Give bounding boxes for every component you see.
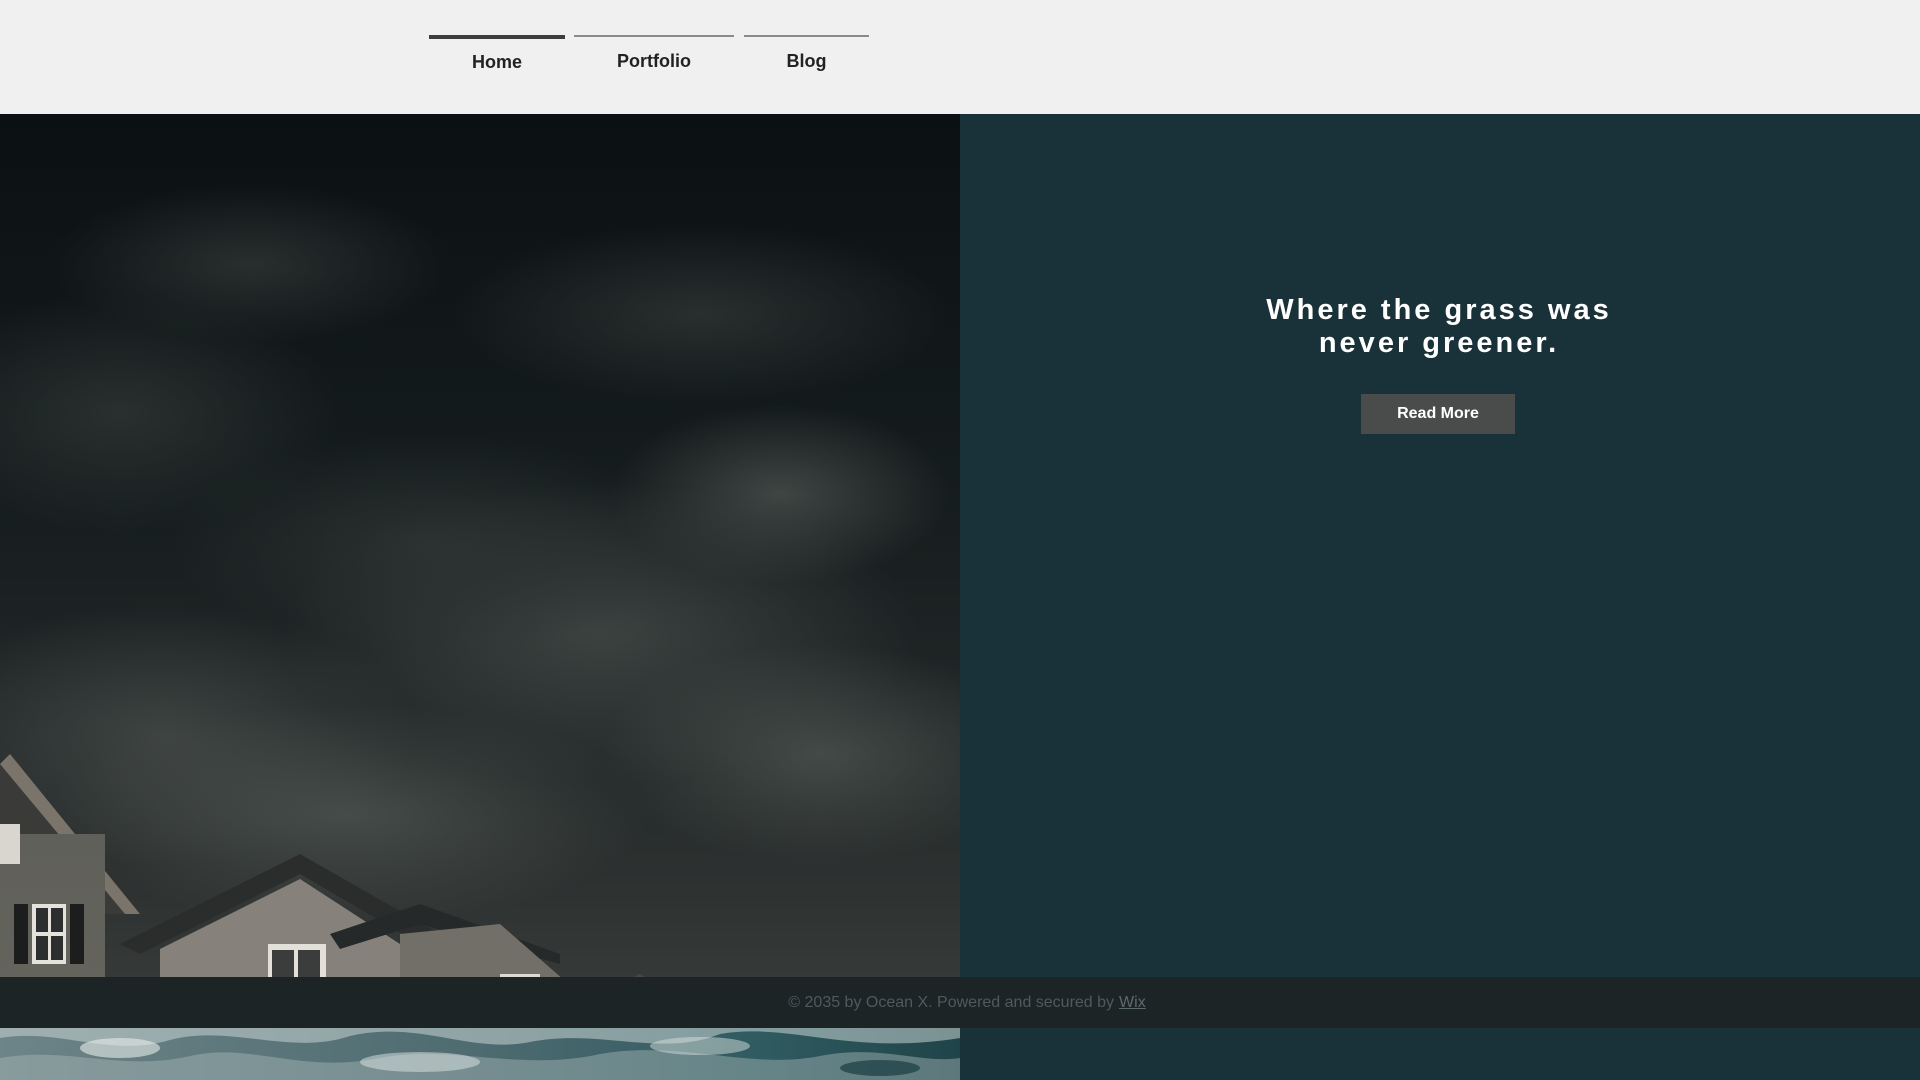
nav-item-blog[interactable]: Blog	[744, 35, 869, 85]
footer-wix-link[interactable]: Wix	[1119, 994, 1146, 1012]
nav-item-home[interactable]: Home	[429, 35, 565, 85]
ocean-waves-image	[0, 1028, 960, 1080]
read-more-button[interactable]: Read More	[1361, 394, 1515, 434]
hero-content-panel: Where the grass was never greener. Read …	[960, 114, 1920, 1080]
hero-headline-line-1: Where the grass was	[1266, 294, 1612, 326]
site-header: Home Portfolio Blog	[0, 0, 1920, 114]
page: Home Portfolio Blog Where the grass was …	[0, 0, 1920, 1080]
bottom-teal-panel	[960, 1028, 1920, 1080]
footer-copyright: © 2035 by Ocean X. Powered and secured b…	[788, 993, 1115, 1011]
hero-headline: Where the grass was never greener.	[960, 294, 1918, 360]
storm-clouds-over-houses-image	[0, 114, 960, 1030]
site-footer: © 2035 by Ocean X. Powered and secured b…	[0, 977, 1920, 1028]
nav-item-portfolio[interactable]: Portfolio	[574, 35, 734, 85]
hero-headline-line-2: never greener.	[1318, 327, 1560, 359]
